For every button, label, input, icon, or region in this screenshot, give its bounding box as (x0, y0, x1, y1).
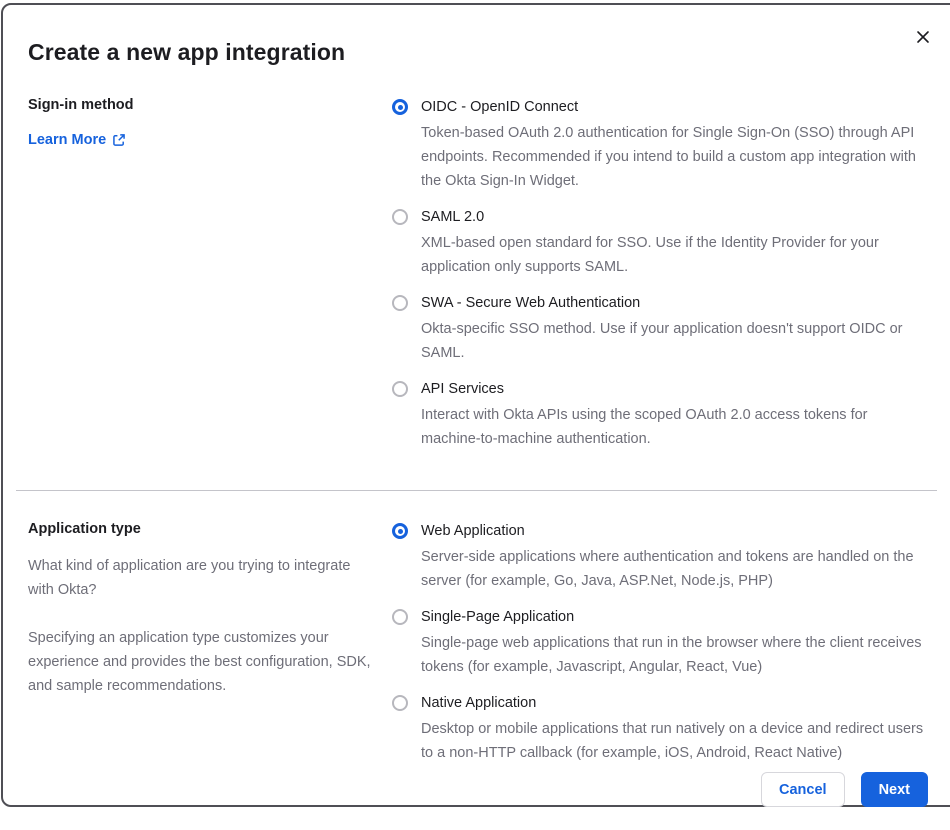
radio-option-oidc[interactable]: OIDC - OpenID Connect Token-based OAuth … (392, 97, 937, 193)
radio-option-swa[interactable]: SWA - Secure Web Authentication Okta-spe… (392, 293, 937, 365)
application-type-section: Application type What kind of applicatio… (3, 521, 950, 765)
next-button[interactable]: Next (860, 772, 928, 807)
application-type-question: What kind of application are you trying … (28, 558, 351, 598)
sign-in-method-heading: Sign-in method (28, 97, 134, 113)
application-type-heading: Application type (28, 521, 141, 537)
cancel-button[interactable]: Cancel (761, 772, 845, 807)
radio-option-description: XML-based open standard for SSO. Use if … (421, 235, 879, 275)
radio-option-web-application[interactable]: Web Application Server-side applications… (392, 521, 937, 593)
radio-option-label: Native Application (421, 695, 537, 711)
application-type-explanation: Specifying an application type customize… (28, 630, 371, 694)
radio-button-icon[interactable] (392, 381, 408, 397)
radio-option-description: Okta-specific SSO method. Use if your ap… (421, 321, 903, 361)
radio-option-label: API Services (421, 381, 504, 397)
radio-option-label: Web Application (421, 523, 525, 539)
sign-in-method-left-column: Sign-in method Learn More (28, 97, 392, 451)
radio-button-icon[interactable] (392, 695, 408, 711)
radio-option-description: Interact with Okta APIs using the scoped… (421, 407, 868, 447)
application-type-radio-group: Web Application Server-side applications… (392, 521, 937, 765)
close-icon[interactable] (911, 25, 935, 49)
radio-option-label: SAML 2.0 (421, 209, 485, 225)
radio-option-label: SWA - Secure Web Authentication (421, 295, 641, 311)
radio-button-icon[interactable] (392, 523, 408, 539)
learn-more-link[interactable]: Learn More (28, 132, 126, 148)
radio-button-icon[interactable] (392, 209, 408, 225)
radio-option-description: Server-side applications where authentic… (421, 549, 914, 589)
radio-option-label: Single-Page Application (421, 609, 575, 625)
radio-option-label: OIDC - OpenID Connect (421, 99, 579, 115)
sign-in-method-section: Sign-in method Learn More OIDC - OpenID … (3, 97, 950, 451)
application-type-left-column: Application type What kind of applicatio… (28, 521, 392, 765)
radio-option-native-application[interactable]: Native Application Desktop or mobile app… (392, 693, 937, 765)
radio-option-description: Token-based OAuth 2.0 authentication for… (421, 125, 916, 189)
section-divider (16, 490, 937, 491)
radio-option-description: Desktop or mobile applications that run … (421, 721, 924, 761)
radio-option-saml[interactable]: SAML 2.0 XML-based open standard for SSO… (392, 207, 937, 279)
radio-button-icon[interactable] (392, 609, 408, 625)
radio-option-api-services[interactable]: API Services Interact with Okta APIs usi… (392, 379, 937, 451)
radio-option-single-page-application[interactable]: Single-Page Application Single-page web … (392, 607, 937, 679)
radio-button-icon[interactable] (392, 99, 408, 115)
page-title: Create a new app integration (28, 39, 346, 65)
sign-in-method-radio-group: OIDC - OpenID Connect Token-based OAuth … (392, 97, 937, 451)
external-link-icon (112, 133, 126, 147)
dialog-footer: Cancel Next (3, 772, 928, 807)
radio-button-icon[interactable] (392, 295, 408, 311)
learn-more-label: Learn More (28, 132, 107, 148)
radio-option-description: Single-page web applications that run in… (421, 635, 922, 675)
create-app-integration-dialog: Create a new app integration Sign-in met… (1, 3, 950, 807)
